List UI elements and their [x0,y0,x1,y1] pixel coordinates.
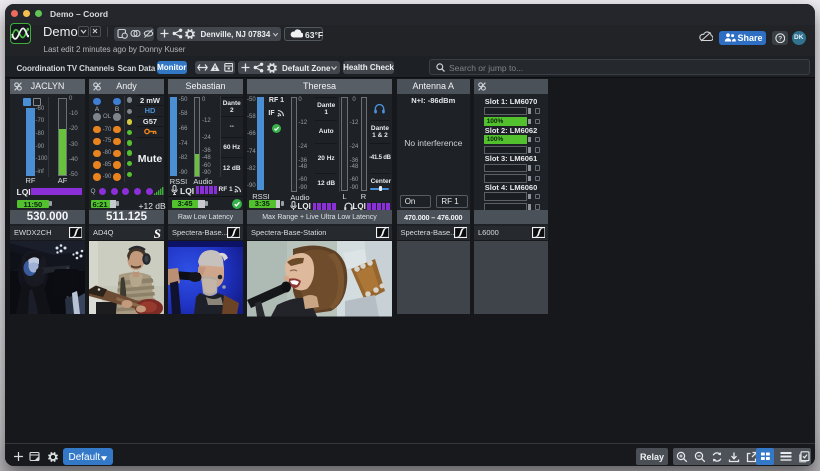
svg-text:?: ? [778,35,782,42]
